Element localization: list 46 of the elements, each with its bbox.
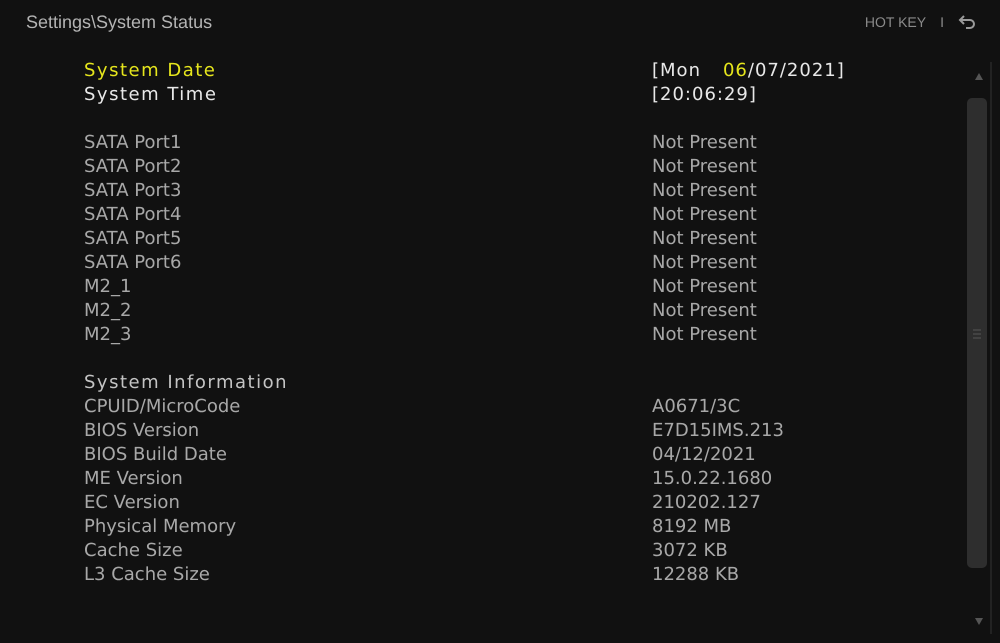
info-value: E7D15IMS.213 — [652, 420, 784, 440]
info-label: Cache Size — [84, 540, 184, 560]
scrollbar-drawing[interactable] — [964, 62, 994, 634]
info-label: M2_1 — [84, 276, 132, 296]
info-value: A0671/3C — [652, 396, 740, 416]
info-value: 210202.127 — [652, 492, 761, 512]
info-value: Not Present — [652, 156, 757, 176]
info-value: Not Present — [652, 252, 757, 272]
info-label: EC Version — [84, 492, 181, 512]
info-value: Not Present — [652, 204, 757, 224]
info-value: Not Present — [652, 324, 757, 344]
info-label: Physical Memory — [84, 516, 238, 536]
info-value: Not Present — [652, 276, 757, 296]
info-value: 8192 MB — [652, 516, 732, 536]
info-label: SATA Port4 — [84, 204, 182, 224]
breadcrumb-title: Settings\System Status — [26, 12, 214, 32]
info-value: Not Present — [652, 132, 757, 152]
setting-value[interactable]: [20:06:29] — [652, 84, 757, 104]
info-value: 12288 KB — [652, 564, 740, 584]
info-label: SATA Port2 — [84, 156, 182, 176]
setting-value[interactable]: /07/2021] — [748, 60, 845, 80]
info-label: SATA Port6 — [84, 252, 182, 272]
back-arrow-icon[interactable] — [958, 14, 976, 30]
section-heading: System Information — [84, 370, 290, 394]
hotkey-link[interactable]: HOT KEY — [864, 14, 926, 30]
info-label: SATA Port3 — [84, 180, 182, 200]
info-label: ME Version — [84, 468, 184, 488]
setting-value[interactable]: 06 — [722, 60, 748, 80]
separator-glyph: I — [940, 14, 944, 30]
info-value: 3072 KB — [652, 540, 728, 560]
info-value: 04/12/2021 — [652, 444, 756, 464]
info-value: Not Present — [652, 228, 757, 248]
setting-label[interactable]: System Date — [84, 60, 652, 80]
info-value: Not Present — [652, 300, 757, 320]
setting-label[interactable]: System Time — [84, 84, 652, 104]
info-label: BIOS Version — [84, 420, 200, 440]
info-value: Not Present — [652, 180, 757, 200]
setting-value[interactable]: [Mon — [652, 60, 701, 80]
info-label: M2_3 — [84, 324, 132, 344]
info-label: CPUID/MicroCode — [84, 396, 242, 416]
info-label: L3 Cache Size — [84, 564, 211, 584]
info-label: SATA Port5 — [84, 228, 182, 248]
info-label: M2_2 — [84, 300, 132, 320]
info-label: SATA Port1 — [84, 132, 182, 152]
info-value: 15.0.22.1680 — [652, 468, 772, 488]
info-label: BIOS Build Date — [84, 444, 228, 464]
